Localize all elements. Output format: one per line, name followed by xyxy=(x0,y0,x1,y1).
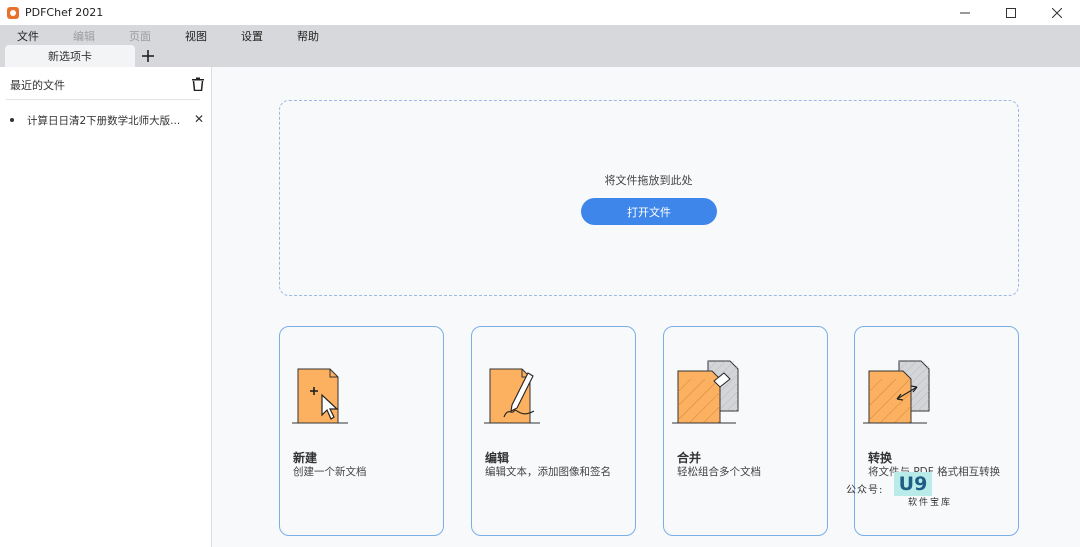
menu-bar: 文件 编辑 页面 视图 设置 帮助 xyxy=(0,25,1080,45)
convert-document-icon xyxy=(861,357,931,427)
trash-icon[interactable] xyxy=(192,76,204,92)
watermark-label: 公众号: xyxy=(846,485,884,496)
card-description: 轻松组合多个文档 xyxy=(677,466,761,478)
merge-documents-icon xyxy=(670,357,740,427)
menu-file[interactable]: 文件 xyxy=(17,28,39,44)
edit-document-card[interactable]: 编辑 编辑文本，添加图像和签名 xyxy=(471,326,636,536)
watermark: 公众号: U9 软件宝库 xyxy=(846,472,976,508)
app-logo-icon xyxy=(7,6,19,19)
window-controls xyxy=(942,0,1080,25)
maximize-icon[interactable] xyxy=(988,0,1034,25)
tab-bar: 新选项卡 xyxy=(0,45,1080,67)
watermark-logo: U9 xyxy=(894,472,932,496)
menu-page[interactable]: 页面 xyxy=(129,28,151,44)
menu-view[interactable]: 视图 xyxy=(185,28,207,44)
card-description: 编辑文本，添加图像和签名 xyxy=(485,466,611,478)
recent-file-label: 计算日日清2下册数学北师大版... xyxy=(27,114,181,127)
card-description: 创建一个新文档 xyxy=(293,466,367,478)
sidebar-divider xyxy=(6,99,200,100)
title-bar: PDFChef 2021 xyxy=(0,0,1080,25)
bullet-icon xyxy=(10,118,14,122)
plus-icon[interactable] xyxy=(140,46,156,66)
remove-recent-icon[interactable]: ✕ xyxy=(194,112,204,126)
edit-document-icon xyxy=(478,357,548,427)
sidebar: 最近的文件 计算日日清2下册数学北师大版... ✕ xyxy=(0,67,212,547)
menu-settings[interactable]: 设置 xyxy=(241,28,263,44)
new-document-card[interactable]: 新建 创建一个新文档 xyxy=(279,326,444,536)
open-file-button[interactable]: 打开文件 xyxy=(581,198,717,225)
menu-edit[interactable]: 编辑 xyxy=(73,28,95,44)
new-document-icon xyxy=(286,357,356,427)
watermark-subtitle: 软件宝库 xyxy=(908,498,953,508)
merge-documents-card[interactable]: 合并 轻松组合多个文档 xyxy=(663,326,828,536)
recent-file-item[interactable]: 计算日日清2下册数学北师大版... ✕ xyxy=(10,112,206,128)
minimize-icon[interactable] xyxy=(942,0,988,25)
file-drop-zone[interactable]: 将文件拖放到此处 打开文件 xyxy=(279,100,1019,296)
recent-files-heading: 最近的文件 xyxy=(10,79,65,92)
menu-help[interactable]: 帮助 xyxy=(297,28,319,44)
tab-new[interactable]: 新选项卡 xyxy=(5,45,135,67)
close-icon[interactable] xyxy=(1034,0,1080,25)
drop-zone-text: 将文件拖放到此处 xyxy=(604,174,693,187)
app-title: PDFChef 2021 xyxy=(25,6,104,19)
